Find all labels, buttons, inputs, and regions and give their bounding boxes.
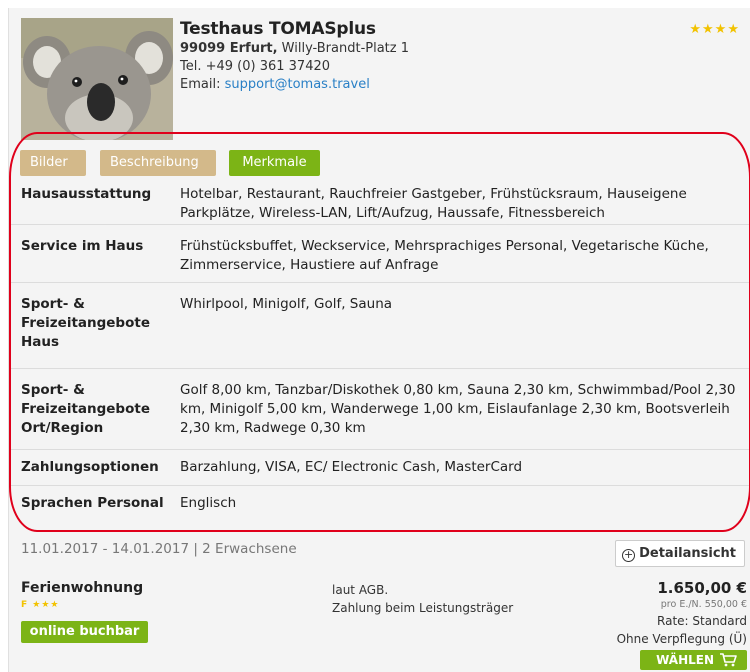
tab-merkmale[interactable]: Merkmale: [229, 150, 320, 176]
feature-row-hausausstattung: Hausausstattung Hotelbar, Restaurant, Ra…: [9, 178, 750, 225]
plus-circle-icon: +: [622, 548, 636, 562]
hotel-star-rating: ★★★★: [689, 22, 740, 37]
hotel-thumbnail[interactable]: [21, 18, 173, 140]
feature-row-sprachen: Sprachen Personal Englisch: [9, 486, 750, 522]
hotel-city: 99099 Erfurt,: [180, 41, 278, 56]
feature-value: Frühstücksbuffet, Weckservice, Mehrsprac…: [180, 238, 709, 273]
hotel-card: Testhaus TOMASplus 99099 Erfurt, Willy-B…: [8, 8, 750, 672]
tab-beschreibung[interactable]: Beschreibung: [100, 150, 216, 176]
feature-label: Sport- & Freizeitangebote Haus: [21, 296, 150, 350]
hotel-header: Testhaus TOMASplus 99099 Erfurt, Willy-B…: [180, 18, 409, 94]
hotel-phone: Tel. +49 (0) 361 37420: [180, 59, 331, 74]
feature-row-sport-haus: Sport- & Freizeitangebote Haus Whirlpool…: [9, 283, 750, 369]
email-link[interactable]: support@tomas.travel: [225, 77, 370, 92]
feature-value: Hotelbar, Restaurant, Rauchfreier Gastge…: [180, 186, 687, 221]
booking-terms: laut AGB. Zahlung beim Leistungsträger: [332, 581, 513, 617]
cart-icon: [720, 653, 737, 667]
feature-value: Whirlpool, Minigolf, Golf, Sauna: [180, 296, 393, 312]
detail-view-label: Detailansicht: [639, 546, 736, 561]
room-star-rating: F ★★★: [21, 600, 60, 610]
email-label: Email:: [180, 77, 225, 92]
feature-value: Englisch: [180, 495, 237, 511]
feature-row-service: Service im Haus Frühstücksbuffet, Weckse…: [9, 225, 750, 283]
feature-value: Barzahlung, VISA, EC/ Electronic Cash, M…: [180, 459, 523, 475]
koala-image: [21, 18, 173, 140]
price-block: 1.650,00 € pro E./N. 550,00 € Rate: Stan…: [617, 578, 747, 670]
hotel-street: Willy-Brandt-Platz 1: [277, 41, 410, 56]
hotel-email-line: Email: support@tomas.travel: [180, 76, 409, 94]
booking-dates: 11.01.2017 - 14.01.2017 | 2 Erwachsene: [21, 541, 297, 557]
total-price: 1.650,00 €: [657, 579, 747, 597]
price-per-night: pro E./N. 550,00 €: [660, 599, 747, 610]
tab-bilder[interactable]: Bilder: [20, 150, 86, 176]
feature-label: Zahlungsoptionen: [21, 459, 159, 475]
room-title: Ferienwohnung: [21, 580, 144, 596]
terms-line: laut AGB.: [332, 583, 389, 597]
online-bookable-button[interactable]: online buchbar: [21, 621, 148, 643]
hotel-address: 99099 Erfurt, Willy-Brandt-Platz 1: [180, 40, 409, 58]
booking-offer: 11.01.2017 - 14.01.2017 | 2 Erwachsene +…: [9, 528, 750, 672]
rate-label: Rate: Standard: [657, 614, 747, 628]
features-table: Hausausstattung Hotelbar, Restaurant, Ra…: [9, 178, 750, 522]
feature-value: Golf 8,00 km, Tanzbar/Diskothek 0,80 km,…: [180, 382, 736, 436]
detail-view-button[interactable]: + Detailansicht: [615, 540, 745, 567]
feature-label: Hausausstattung: [21, 186, 152, 202]
feature-label: Sport- & Freizeitangebote Ort/Region: [21, 382, 150, 436]
hotel-name[interactable]: Testhaus TOMASplus: [180, 18, 409, 40]
feature-row-zahlung: Zahlungsoptionen Barzahlung, VISA, EC/ E…: [9, 450, 750, 486]
feature-label: Service im Haus: [21, 238, 144, 254]
payment-line: Zahlung beim Leistungsträger: [332, 601, 514, 615]
feature-row-sport-region: Sport- & Freizeitangebote Ort/Region Gol…: [9, 369, 750, 450]
meal-plan: Ohne Verpflegung (Ü): [616, 632, 747, 646]
feature-label: Sprachen Personal: [21, 495, 164, 511]
select-button[interactable]: WÄHLEN: [640, 650, 747, 670]
select-button-label: WÄHLEN: [656, 653, 714, 667]
